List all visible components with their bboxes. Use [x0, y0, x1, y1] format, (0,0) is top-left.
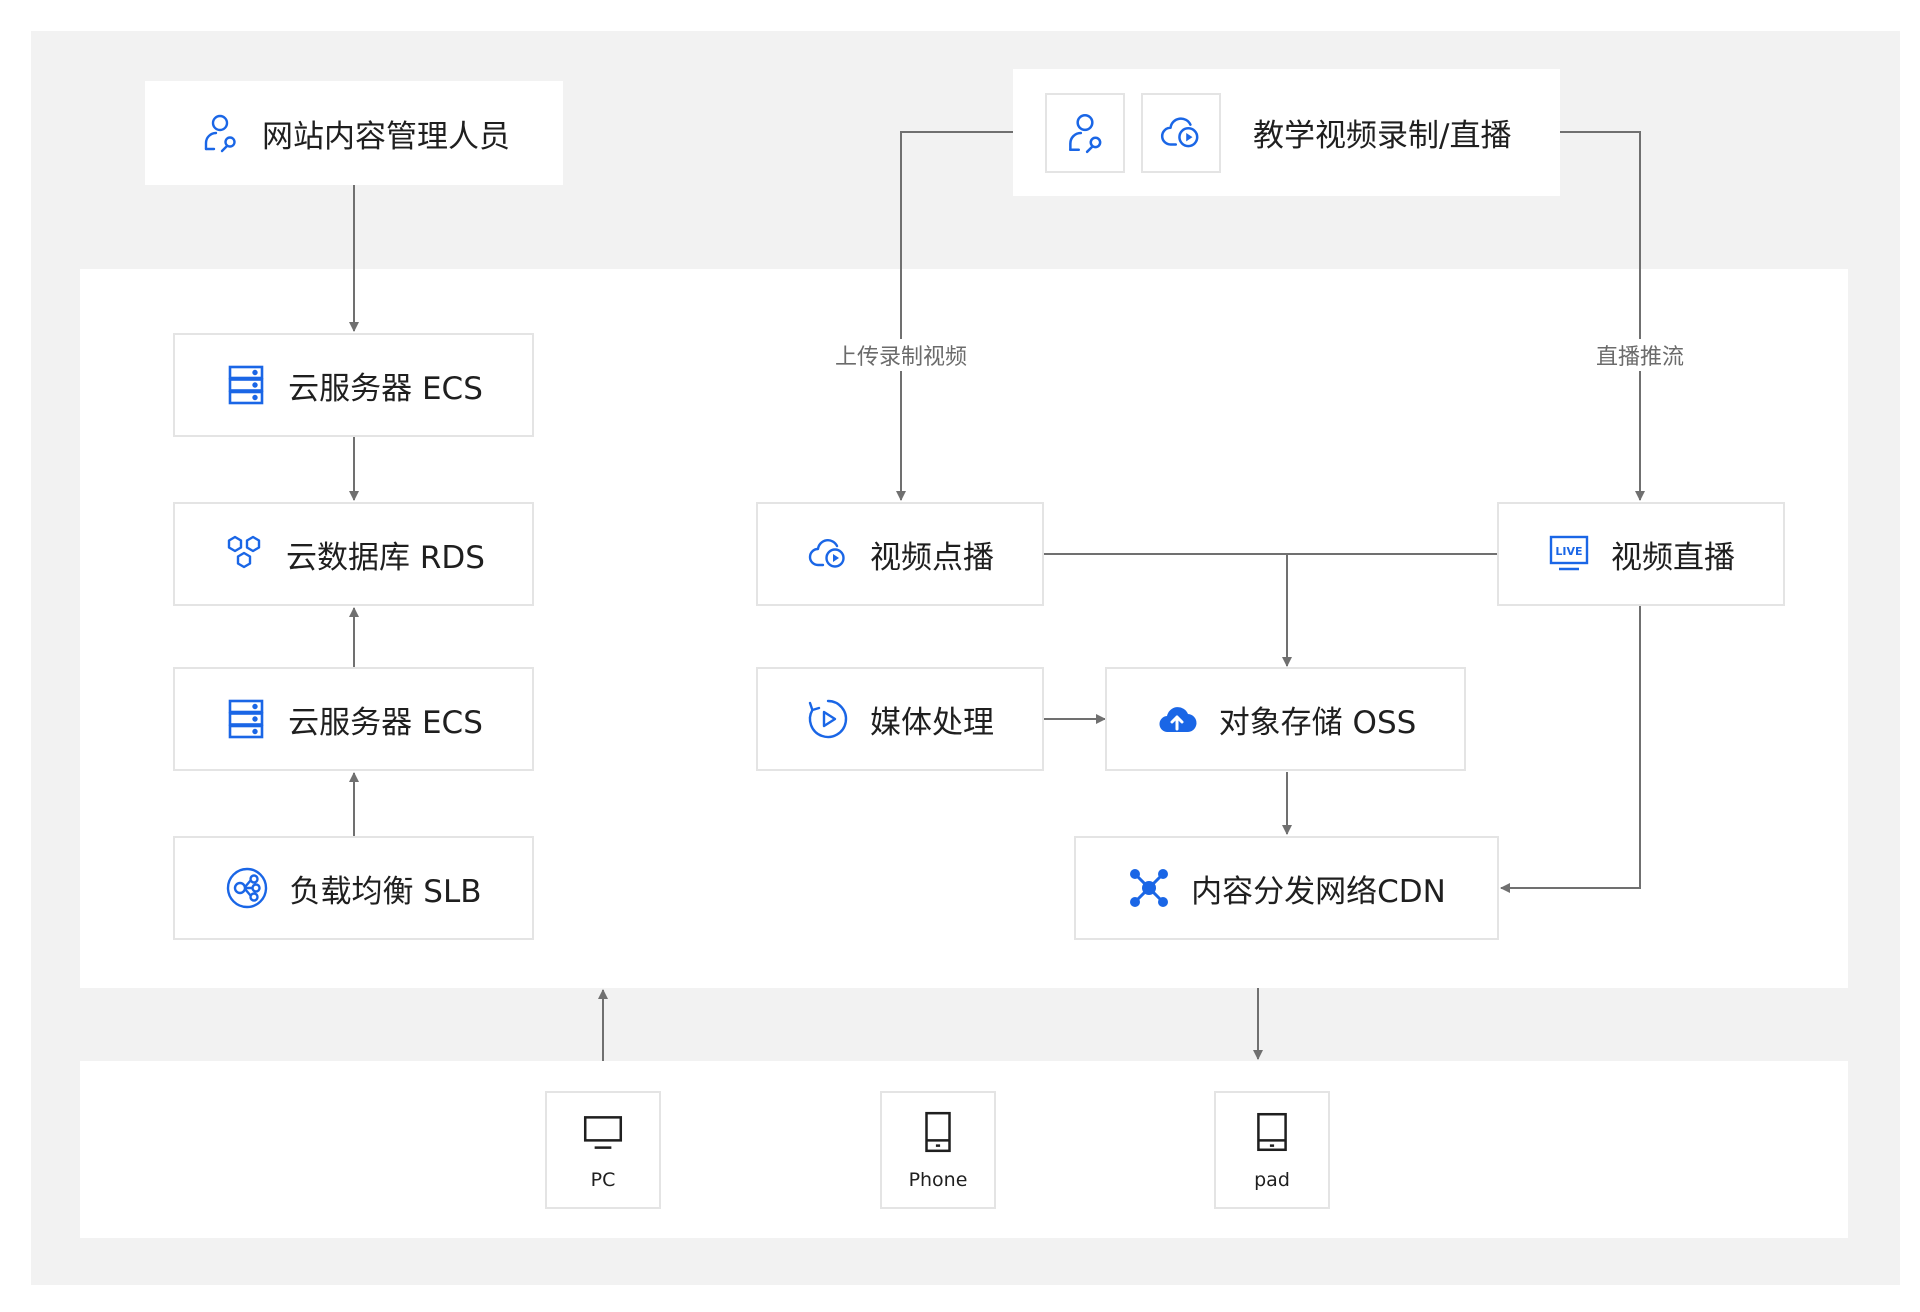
ecs-top-node: 云服务器 ECS [173, 333, 534, 437]
client-phone: Phone [880, 1091, 996, 1209]
recording-cloud-icon-box [1141, 92, 1221, 173]
client-pad: pad [1214, 1091, 1330, 1209]
vod-node: 视频点播 [756, 502, 1044, 606]
load-balancer-icon [227, 867, 268, 909]
edge-live-to-cdn [1500, 606, 1641, 893]
push-edge-label: 直播推流 [1595, 339, 1685, 371]
cloud-play-icon [808, 539, 845, 568]
edge-recording-to-vod [896, 131, 1013, 501]
ecs-bottom-node: 云服务器 ECS [173, 667, 534, 771]
rds-node: 云数据库 RDS [173, 502, 534, 606]
content-admin-label: 网站内容管理人员 [262, 118, 510, 155]
client-pad-label: pad [1254, 1169, 1290, 1191]
recording-node: 教学视频录制/直播 [1013, 69, 1560, 196]
oss-node: 对象存储 OSS [1105, 667, 1466, 771]
live-screen-icon: LIVE [1549, 535, 1589, 571]
monitor-icon [583, 1116, 623, 1149]
cdn-node: 内容分发网络CDN [1074, 836, 1499, 940]
recording-label: 教学视频录制/直播 [1253, 118, 1512, 154]
database-hexagon-icon [227, 535, 261, 569]
slb-label: 负载均衡 SLB [289, 873, 482, 910]
content-admin-node: 网站内容管理人员 [145, 81, 563, 185]
phone-icon [925, 1111, 951, 1153]
live-node: LIVE 视频直播 [1497, 502, 1785, 606]
media-label: 媒体处理 [870, 704, 994, 741]
media-process-icon [808, 699, 848, 739]
rds-label: 云数据库 RDS [286, 539, 485, 576]
recording-user-icon-box [1045, 92, 1125, 173]
tablet-icon [1257, 1112, 1287, 1152]
client-phone-label: Phone [908, 1169, 968, 1191]
ecs-top-label: 云服务器 ECS [288, 370, 483, 407]
ecs-bottom-label: 云服务器 ECS [288, 704, 483, 741]
oss-label: 对象存储 OSS [1218, 704, 1417, 741]
svg-text:LIVE: LIVE [1555, 545, 1582, 558]
client-pc: PC [545, 1091, 661, 1209]
server-icon [228, 699, 264, 739]
upload-edge-label: 上传录制视频 [834, 339, 968, 371]
admin-user-icon [204, 114, 236, 153]
cdn-label: 内容分发网络CDN [1191, 873, 1446, 910]
edge-recording-to-live [1560, 131, 1645, 501]
media-node: 媒体处理 [756, 667, 1044, 771]
recording-user-icon [1069, 113, 1102, 153]
slb-node: 负载均衡 SLB [173, 836, 534, 940]
server-icon [228, 365, 264, 405]
cloud-upload-icon [1159, 707, 1197, 733]
live-label: 视频直播 [1611, 539, 1735, 576]
client-pc-label: PC [590, 1169, 616, 1191]
cdn-network-icon [1130, 869, 1169, 907]
cloud-play-icon [1161, 116, 1199, 147]
vod-label: 视频点播 [870, 539, 994, 576]
